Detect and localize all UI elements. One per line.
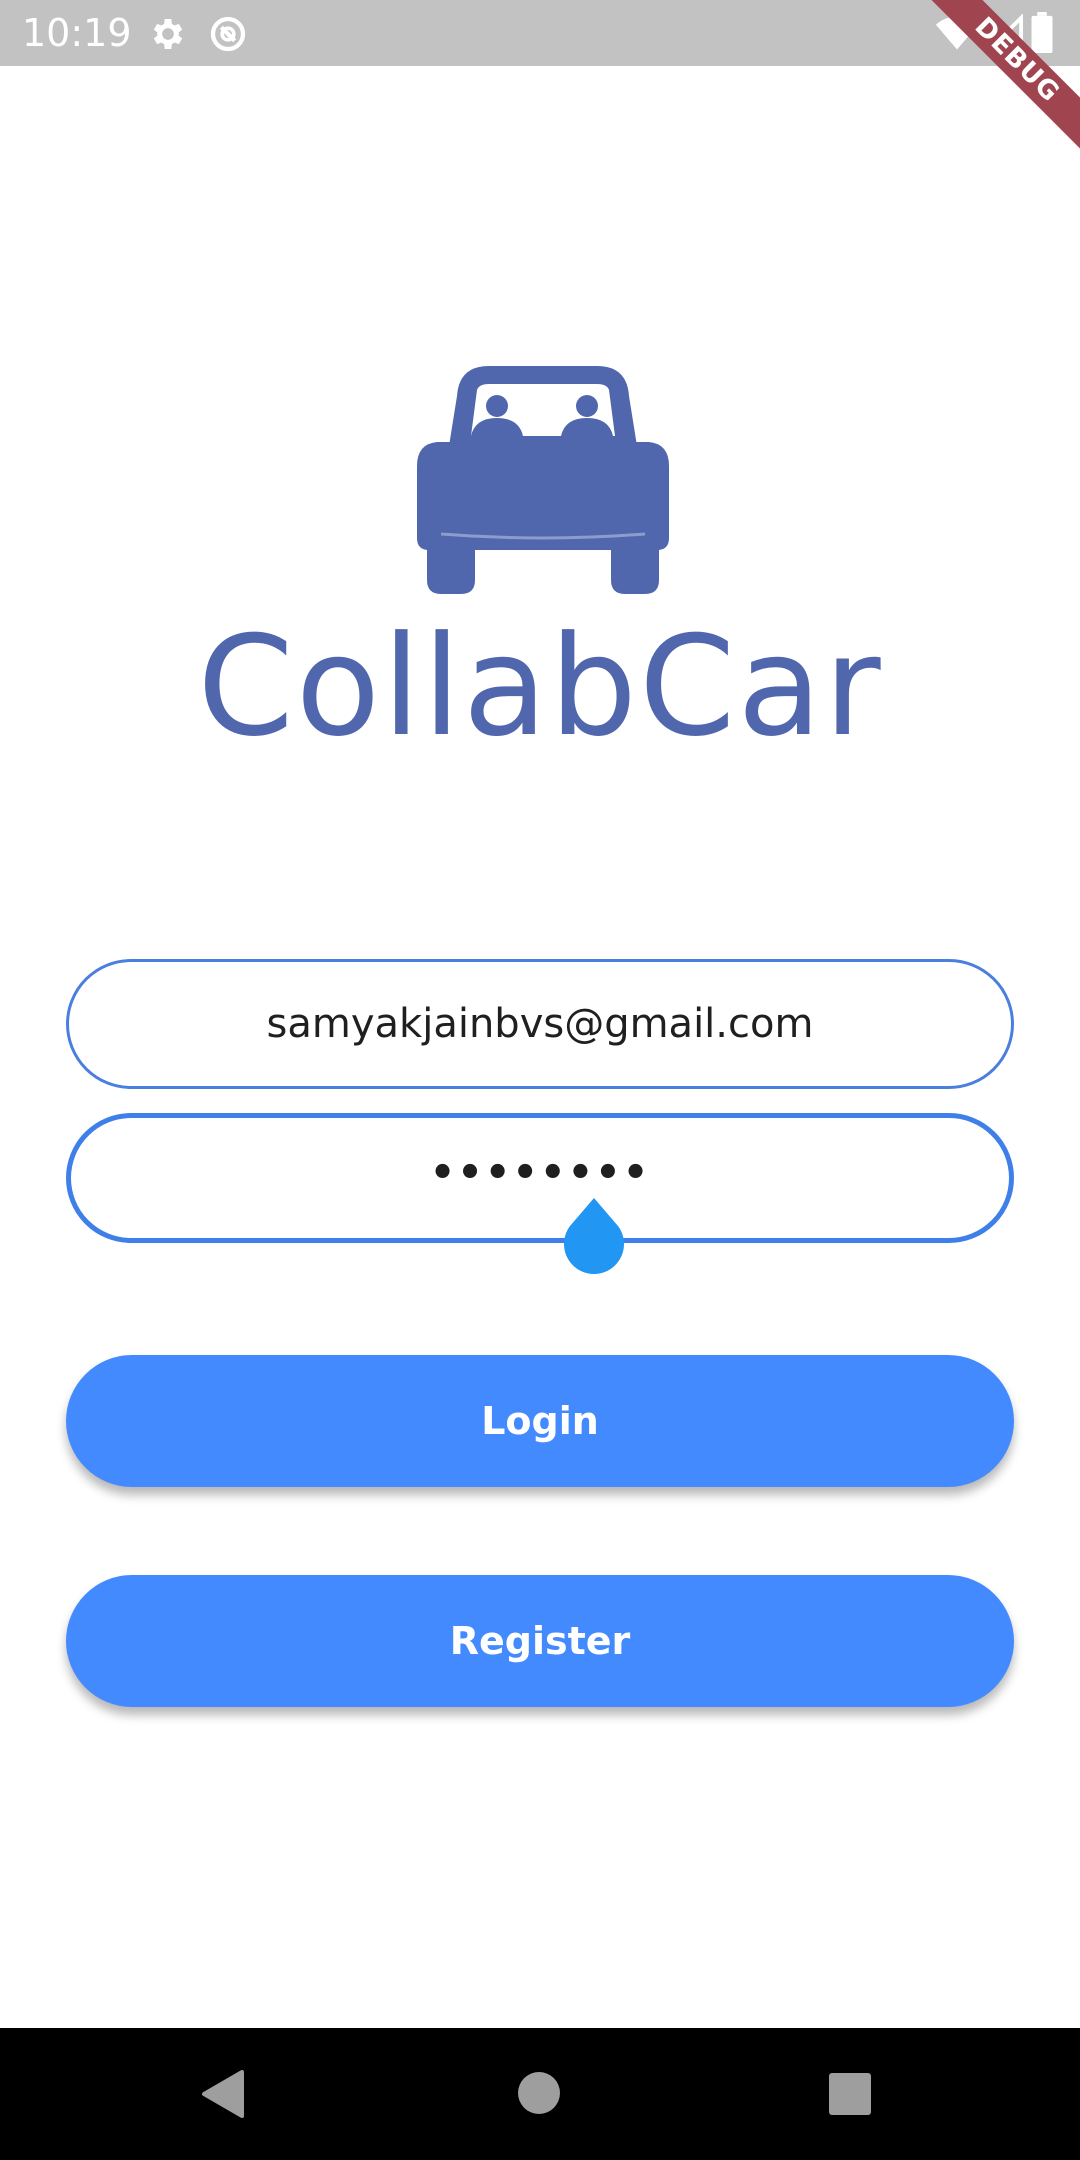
- home-icon[interactable]: [516, 2070, 562, 2121]
- app-logo-text: CollabCar: [197, 606, 883, 767]
- recents-icon[interactable]: [828, 2072, 872, 2121]
- battery-icon: [1030, 12, 1054, 59]
- status-bar: 10:19: [0, 0, 1080, 66]
- wifi-icon: [935, 14, 979, 57]
- password-masked-value: ••••••••: [429, 1150, 651, 1196]
- signal-icon: [984, 13, 1023, 57]
- login-button[interactable]: Login: [66, 1355, 1014, 1487]
- login-screen: 10:19 DEBUG CollabCar samyakjainbvs@gmai…: [0, 0, 1080, 2160]
- car-with-passengers-icon: [417, 366, 669, 594]
- back-icon[interactable]: [200, 2068, 246, 2125]
- password-field[interactable]: ••••••••: [66, 1113, 1014, 1243]
- text-cursor-handle[interactable]: [564, 1198, 624, 1276]
- system-navigation-bar: [0, 2028, 1080, 2160]
- sync-icon: [208, 14, 248, 59]
- status-time: 10:19: [22, 11, 132, 55]
- email-field[interactable]: samyakjainbvs@gmail.com: [66, 959, 1014, 1089]
- gear-icon: [148, 14, 188, 59]
- register-button[interactable]: Register: [66, 1575, 1014, 1707]
